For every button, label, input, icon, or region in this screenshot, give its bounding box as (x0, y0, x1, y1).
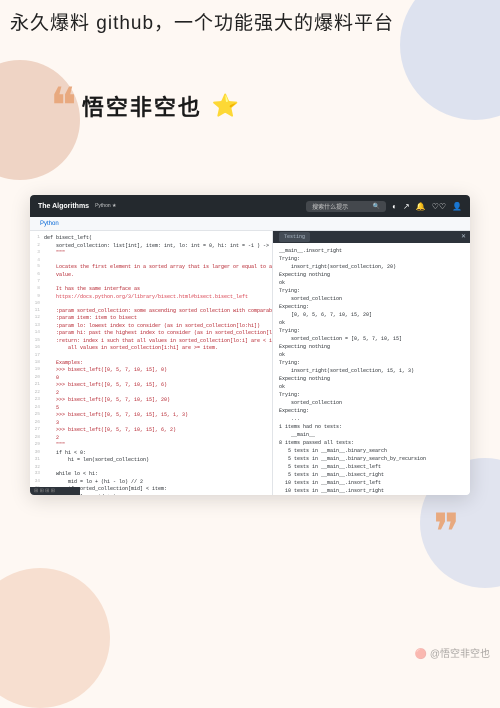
author-row: ❝ 悟空非空也 ⭐ (50, 90, 239, 122)
close-icon[interactable]: ✕ (461, 232, 466, 242)
search-placeholder: 搜索什么提示 (312, 202, 348, 211)
terminal-line: 5 tests in __main__.bisect_right (279, 471, 464, 479)
hearts-icon[interactable]: ♡♡ (432, 202, 446, 211)
code-line: 7 (30, 279, 272, 286)
code-line: 13 :param lo: lowest index to consider (… (30, 323, 272, 331)
code-line: 25 >>> bisect_left([0, 5, 7, 10, 15], 15… (30, 412, 272, 420)
code-line: 4 (30, 258, 272, 265)
code-line: 16 all values in sorted_collection[i:hi]… (30, 345, 272, 353)
terminal-line: 8 items passed all tests: (279, 439, 464, 447)
terminal-line: Expecting: (279, 407, 464, 415)
topbar-icons: ◐ ↗ 🔔 ♡♡ 👤 (392, 202, 462, 211)
code-line: 31 hi = len(sorted_collection) (30, 457, 272, 465)
code-line: 24 5 (30, 405, 272, 413)
terminal-panel: Testing ✕ __main__.insort_rightTrying: i… (272, 231, 470, 495)
code-line: 1def bisect_left( (30, 235, 272, 243)
terminal-line: Expecting nothing (279, 343, 464, 351)
star-icon: ⭐ (212, 93, 239, 119)
code-line: 22 2 (30, 390, 272, 398)
terminal-line: 10 tests in __main__.insort_right (279, 487, 464, 495)
status-bar: ⊞ ⊞ ⊞ ⊞ (30, 487, 80, 495)
code-line: 10 (30, 301, 272, 308)
bell-icon[interactable]: 🔔 (416, 202, 426, 211)
terminal-output: __main__.insort_rightTrying: insort_righ… (273, 243, 470, 495)
code-line: 34 mid = lo + (hi - lo) // 2 (30, 479, 272, 487)
decorative-blob (0, 568, 110, 708)
terminal-line: insort_right(sorted_collection, 20) (279, 263, 464, 271)
terminal-line: insort_right(sorted_collection, 15, 1, 3… (279, 367, 464, 375)
search-input[interactable]: 搜索什么提示 🔍 (306, 201, 386, 212)
terminal-line: sorted_collection = [0, 5, 7, 10, 15] (279, 335, 464, 343)
terminal-line: 10 tests in __main__.insort_left (279, 479, 464, 487)
code-line: 6 value. (30, 272, 272, 280)
code-line: 12 :param item: item to bisect (30, 315, 272, 323)
code-line: 32 (30, 465, 272, 472)
terminal-line: Trying: (279, 359, 464, 367)
quote-left-icon: ❝ (50, 94, 77, 119)
code-line: 33 while lo < hi: (30, 471, 272, 479)
code-line: 27 >>> bisect_left([0, 5, 7, 10, 15], 6,… (30, 427, 272, 435)
code-line: 8 It has the same interface as (30, 286, 272, 294)
tab-python[interactable]: Python (40, 221, 59, 227)
screenshot-card: The Algorithms Python ★ 搜索什么提示 🔍 ◐ ↗ 🔔 ♡… (30, 195, 470, 495)
decorative-blob (400, 0, 500, 120)
terminal-line: 5 tests in __main__.binary_search_by_rec… (279, 455, 464, 463)
terminal-line: Trying: (279, 255, 464, 263)
terminal-line: ok (279, 351, 464, 359)
terminal-line: [0, 0, 5, 6, 7, 10, 15, 20] (279, 311, 464, 319)
code-line: 21 >>> bisect_left([0, 5, 7, 10, 15], 6) (30, 382, 272, 390)
terminal-header: Testing ✕ (273, 231, 470, 243)
page-title: 永久爆料 github，一个功能强大的爆料平台 (10, 8, 394, 35)
avatar-icon[interactable]: 👤 (452, 202, 462, 211)
repo-title: The Algorithms (38, 203, 89, 210)
code-line: 15 :return: index i such that all values… (30, 338, 272, 346)
terminal-line: sorted_collection (279, 399, 464, 407)
terminal-line: Expecting nothing (279, 375, 464, 383)
author-name: 悟空非空也 (82, 90, 202, 122)
app-topbar: The Algorithms Python ★ 搜索什么提示 🔍 ◐ ↗ 🔔 ♡… (30, 195, 470, 217)
tab-bar: Python (30, 217, 470, 231)
terminal-line: Expecting: (279, 303, 464, 311)
terminal-line: Trying: (279, 327, 464, 335)
terminal-line: ok (279, 383, 464, 391)
terminal-line: Trying: (279, 287, 464, 295)
terminal-line: ... (279, 415, 464, 423)
code-line: 26 3 (30, 420, 272, 428)
search-icon: 🔍 (373, 203, 380, 210)
content-pane: 1def bisect_left(2 sorted_collection: li… (30, 231, 470, 495)
nav-icon[interactable]: ↗ (403, 202, 410, 211)
code-line: 20 0 (30, 375, 272, 383)
code-line: 30 if hi < 0: (30, 450, 272, 458)
code-line: 17 (30, 353, 272, 360)
code-editor[interactable]: 1def bisect_left(2 sorted_collection: li… (30, 231, 272, 495)
terminal-line: ok (279, 279, 464, 287)
code-line: 29 """ (30, 442, 272, 450)
code-line: 14 :param hi: past the highest index to … (30, 330, 272, 338)
quote-right-icon: ❞ (433, 520, 460, 545)
nav-icon[interactable]: ◐ (392, 202, 397, 211)
terminal-line: Expecting nothing (279, 271, 464, 279)
code-line: 18 Examples: (30, 360, 272, 368)
code-line: 11 :param sorted_collection: some ascend… (30, 308, 272, 316)
terminal-line: 5 tests in __main__.bisect_left (279, 463, 464, 471)
terminal-line: __main__ (279, 431, 464, 439)
terminal-line: 1 items had no tests: (279, 423, 464, 431)
code-line: 2 sorted_collection: list[int], item: in… (30, 243, 272, 251)
terminal-line: __main__.insort_right (279, 247, 464, 255)
terminal-line: 5 tests in __main__.binary_search (279, 447, 464, 455)
terminal-line: Trying: (279, 391, 464, 399)
code-line: 9 https://docs.python.org/3/library/bise… (30, 294, 272, 302)
terminal-line: sorted_collection (279, 295, 464, 303)
code-line: 23 >>> bisect_left([0, 5, 7, 10, 15], 20… (30, 397, 272, 405)
terminal-line: ok (279, 319, 464, 327)
code-line: 5 Locates the first element in a sorted … (30, 264, 272, 272)
terminal-tab[interactable]: Testing (279, 232, 310, 242)
code-line: 3 """ (30, 250, 272, 258)
repo-sub: Python ★ (95, 203, 116, 209)
code-line: 19 >>> bisect_left([0, 5, 7, 10, 15], 0) (30, 367, 272, 375)
code-line: 28 2 (30, 435, 272, 443)
watermark: 🔴 @悟空非空也 (415, 645, 490, 660)
